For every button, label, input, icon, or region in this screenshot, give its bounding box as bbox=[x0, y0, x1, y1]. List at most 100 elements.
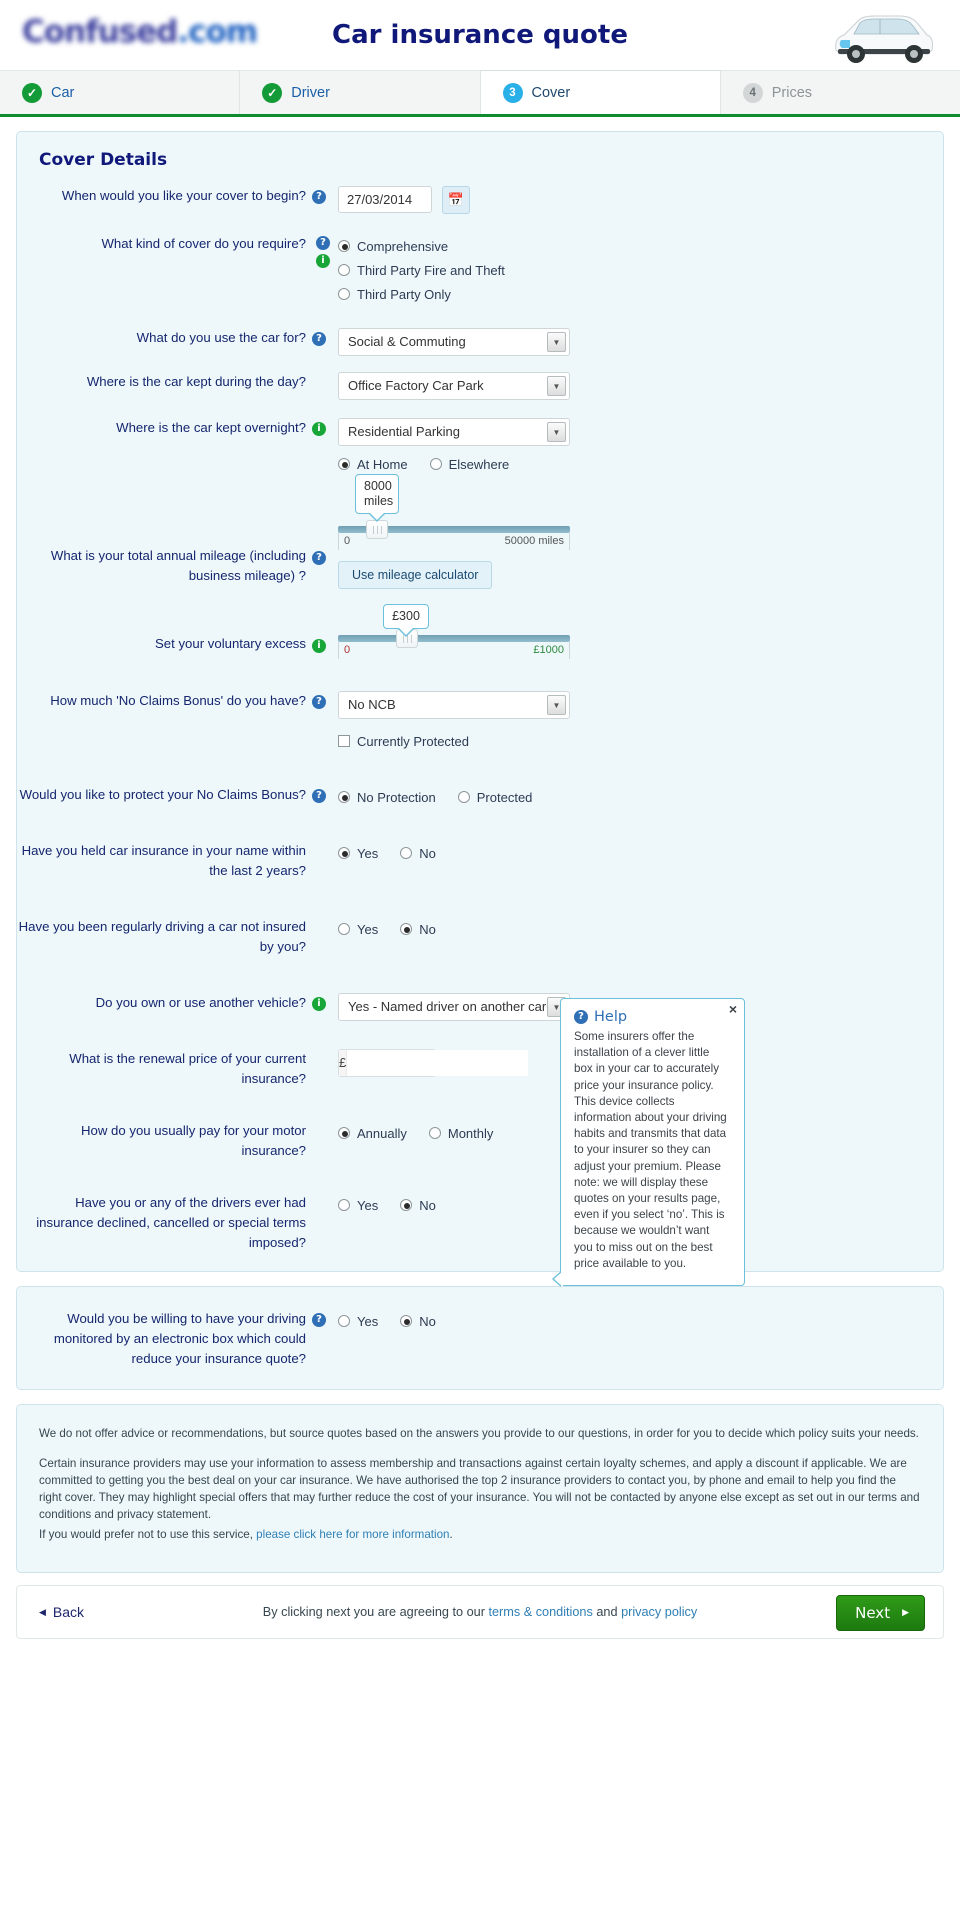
radio-button[interactable] bbox=[400, 1315, 413, 1327]
info-icon[interactable]: i bbox=[312, 638, 326, 653]
help-icon[interactable]: ? bbox=[312, 788, 326, 803]
radio-declined-no[interactable]: No bbox=[400, 1193, 436, 1217]
tab-driver[interactable]: ✓ Driver bbox=[240, 70, 481, 114]
tab-prices[interactable]: 4 Prices bbox=[720, 70, 960, 114]
field-label: Set your voluntary excess bbox=[155, 636, 306, 651]
field-renewal-price: What is the renewal price of your curren… bbox=[17, 1027, 943, 1095]
radio-pay-annually[interactable]: Annually bbox=[338, 1121, 407, 1145]
help-popup: × ? Help Some insurers offer the install… bbox=[552, 998, 745, 1288]
radio-button[interactable] bbox=[338, 264, 350, 276]
privacy-policy-link[interactable]: privacy policy bbox=[621, 1605, 697, 1619]
field-car-use: What do you use the car for? ? Social & … bbox=[17, 312, 943, 362]
radio-third-party-only[interactable]: Third Party Only bbox=[338, 282, 943, 306]
radio-declined-yes[interactable]: Yes bbox=[338, 1193, 378, 1217]
renewal-price-group[interactable]: £ bbox=[338, 1049, 529, 1077]
info-icon[interactable]: i bbox=[312, 421, 326, 436]
field-ncb: How much 'No Claims Bonus' do you have? … bbox=[17, 665, 943, 759]
chevron-down-icon[interactable]: ▼ bbox=[547, 332, 566, 352]
kept-night-select[interactable]: Residential Parking ▼ bbox=[338, 418, 570, 446]
mileage-slider[interactable]: 8000 miles 0 50000 miles Use mileage cal… bbox=[338, 474, 570, 589]
radio-pay-monthly[interactable]: Monthly bbox=[428, 1121, 493, 1145]
radio-tpft[interactable]: Third Party Fire and Theft bbox=[338, 258, 943, 282]
help-icon[interactable]: ? bbox=[312, 331, 326, 346]
radio-protected[interactable]: Protected bbox=[457, 785, 532, 809]
field-annual-mileage: What is your total annual mileage (inclu… bbox=[17, 474, 943, 595]
field-insurance-declined: Have you or any of the drivers ever had … bbox=[17, 1167, 943, 1259]
field-telematics: Would you be willing to have your drivin… bbox=[17, 1295, 943, 1375]
ncb-select[interactable]: No NCB ▼ bbox=[338, 691, 570, 719]
radio-driving-other-yes[interactable]: Yes bbox=[338, 917, 378, 941]
radio-button[interactable] bbox=[338, 1127, 350, 1139]
help-icon[interactable]: ? bbox=[312, 550, 326, 565]
radio-telematics-yes[interactable]: Yes bbox=[338, 1309, 378, 1333]
radio-button[interactable] bbox=[338, 240, 350, 252]
field-label: What is the renewal price of your curren… bbox=[69, 1051, 306, 1086]
chevron-down-icon[interactable]: ▼ bbox=[547, 376, 566, 396]
radio-at-home[interactable]: At Home bbox=[338, 452, 408, 476]
radio-button[interactable] bbox=[338, 458, 350, 470]
radio-button[interactable] bbox=[400, 1199, 413, 1211]
radio-button[interactable] bbox=[400, 923, 413, 935]
excess-value-bubble: £300 bbox=[383, 604, 429, 637]
radio-button[interactable] bbox=[400, 847, 413, 859]
field-label: Have you or any of the drivers ever had … bbox=[36, 1195, 306, 1250]
chevron-down-icon[interactable]: ▼ bbox=[547, 695, 566, 715]
car-photo-icon bbox=[835, 15, 933, 63]
disclaimer-paragraph-2: Certain insurance providers may use your… bbox=[39, 1457, 920, 1521]
radio-button[interactable] bbox=[428, 1127, 441, 1139]
help-icon[interactable]: ? bbox=[312, 1312, 326, 1327]
field-driving-other-car: Have you been regularly driving a car no… bbox=[17, 887, 943, 963]
kept-day-select[interactable]: Office Factory Car Park ▼ bbox=[338, 372, 570, 400]
radio-held-insurance-yes[interactable]: Yes bbox=[338, 841, 378, 865]
progress-tabs: ✓ Car ✓ Driver 3 Cover 4 Prices bbox=[0, 70, 960, 117]
check-icon: ✓ bbox=[22, 82, 42, 103]
close-icon[interactable]: × bbox=[729, 1002, 737, 1016]
radio-no-protection[interactable]: No Protection bbox=[338, 785, 436, 809]
tab-cover[interactable]: 3 Cover bbox=[480, 70, 721, 114]
another-vehicle-select[interactable]: Yes - Named driver on another car ▼ bbox=[338, 993, 570, 1021]
disclaimer-paragraph-1: We do not offer advice or recommendation… bbox=[39, 1427, 919, 1440]
next-button[interactable]: Next ▶ bbox=[836, 1595, 925, 1631]
slider-min-label: 0 bbox=[344, 535, 351, 547]
field-label: What do you use the car for? bbox=[136, 330, 306, 345]
tab-label: Prices bbox=[771, 84, 813, 101]
slider-track[interactable] bbox=[338, 520, 570, 539]
radio-button[interactable] bbox=[338, 1199, 350, 1211]
tab-car[interactable]: ✓ Car bbox=[0, 70, 241, 114]
field-voluntary-excess: Set your voluntary excess i £300 0 £1000 bbox=[17, 595, 943, 665]
chevron-down-icon[interactable]: ▼ bbox=[547, 422, 566, 442]
radio-label: No bbox=[419, 1197, 436, 1213]
more-information-link[interactable]: please click here for more information bbox=[256, 1528, 449, 1541]
cover-begin-date-input[interactable] bbox=[338, 186, 432, 213]
radio-label: Elsewhere bbox=[448, 456, 510, 472]
slider-handle[interactable] bbox=[366, 520, 388, 539]
checkbox-currently-protected[interactable]: Currently Protected bbox=[338, 729, 943, 753]
radio-held-insurance-no[interactable]: No bbox=[400, 841, 436, 865]
renewal-price-input[interactable] bbox=[347, 1050, 529, 1076]
calendar-icon[interactable]: 📅 bbox=[441, 186, 470, 214]
info-icon[interactable]: i bbox=[312, 996, 326, 1011]
radio-button[interactable] bbox=[338, 288, 350, 300]
radio-button[interactable] bbox=[338, 791, 350, 803]
help-icon[interactable]: ? bbox=[316, 236, 330, 250]
checkbox[interactable] bbox=[338, 735, 350, 747]
radio-button[interactable] bbox=[338, 847, 350, 859]
help-icon[interactable]: ? bbox=[312, 694, 326, 709]
radio-telematics-no[interactable]: No bbox=[400, 1309, 436, 1333]
help-icon[interactable]: ? bbox=[312, 189, 326, 204]
radio-button[interactable] bbox=[338, 923, 350, 935]
radio-button[interactable] bbox=[457, 791, 470, 803]
radio-driving-other-no[interactable]: No bbox=[400, 917, 436, 941]
mileage-value-bubble: 8000 miles bbox=[355, 474, 399, 522]
radio-elsewhere[interactable]: Elsewhere bbox=[429, 452, 510, 476]
slider-track[interactable] bbox=[338, 629, 570, 648]
radio-button[interactable] bbox=[338, 1315, 350, 1327]
radio-label: No bbox=[419, 921, 436, 937]
excess-slider[interactable]: £300 0 £1000 bbox=[338, 604, 570, 659]
radio-button[interactable] bbox=[429, 458, 442, 470]
terms-conditions-link[interactable]: terms & conditions bbox=[488, 1605, 592, 1619]
info-icon[interactable]: i bbox=[316, 254, 330, 268]
radio-comprehensive[interactable]: Comprehensive bbox=[338, 234, 943, 258]
mileage-calculator-button[interactable]: Use mileage calculator bbox=[338, 561, 493, 589]
car-use-select[interactable]: Social & Commuting ▼ bbox=[338, 328, 570, 356]
